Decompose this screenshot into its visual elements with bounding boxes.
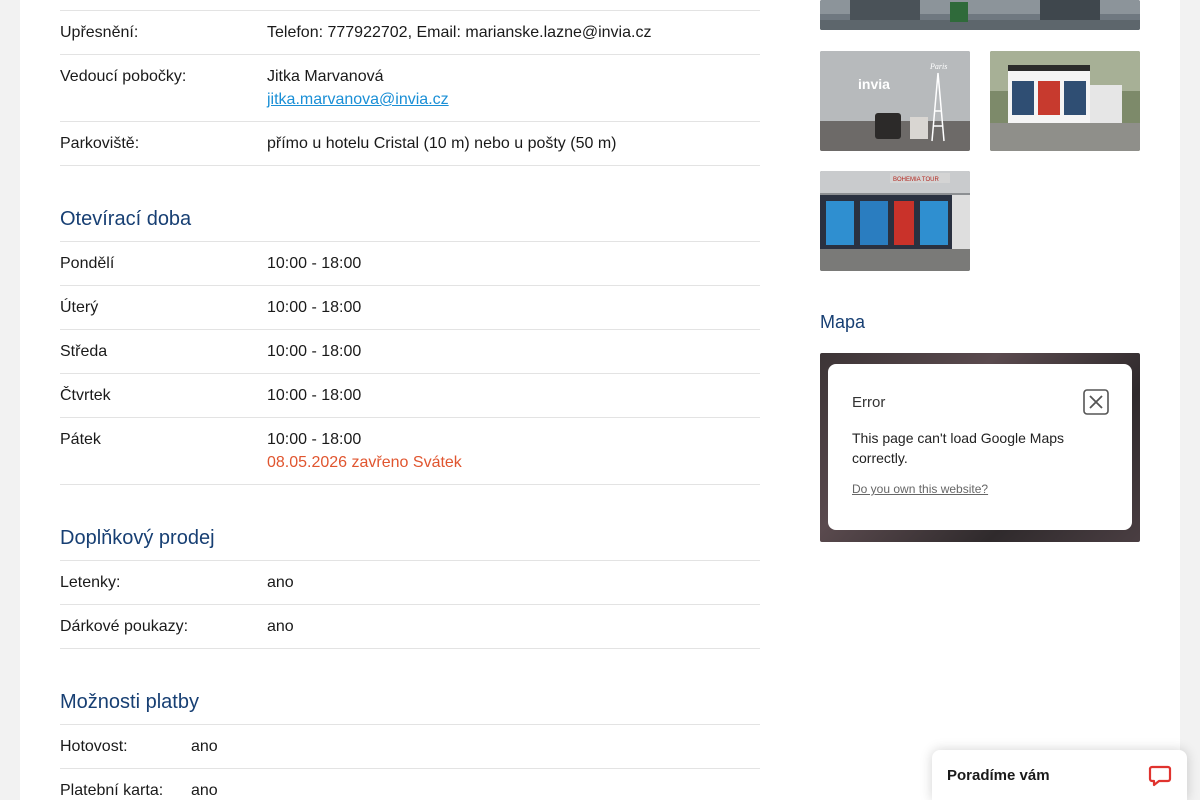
payment-table: Hotovost: ano Platební karta: ano bbox=[60, 724, 760, 800]
day-label: Pátek bbox=[60, 431, 101, 448]
section-title-payment: Možnosti platby bbox=[60, 691, 199, 713]
day-label: Úterý bbox=[60, 299, 99, 316]
map-widget[interactable]: Error This page can't load Google Maps c… bbox=[820, 353, 1140, 542]
hours-row: Čtvrtek 10:00 - 18:00 bbox=[60, 374, 760, 418]
map-error-title: Error bbox=[852, 393, 886, 411]
close-icon[interactable] bbox=[1082, 388, 1110, 416]
page-container: Upřesnění: Telefon: 777922702, Email: ma… bbox=[20, 0, 1180, 800]
detail-label: Parkoviště: bbox=[60, 135, 140, 152]
detail-label: Vedoucí pobočky: bbox=[60, 68, 187, 85]
interior-logo-text: invia bbox=[858, 76, 890, 92]
chat-widget[interactable]: Poradíme vám bbox=[932, 750, 1187, 800]
extra-row: Dárkové poukazy: ano bbox=[60, 605, 760, 649]
section-title-hours: Otevírací doba bbox=[60, 208, 192, 230]
storefront-sign-text: BOHEMIA TOUR bbox=[893, 177, 939, 183]
extra-table: Letenky: ano Dárkové poukazy: ano bbox=[60, 560, 760, 649]
hours-time: 10:00 - 18:00 bbox=[267, 431, 362, 448]
payment-value: ano bbox=[191, 738, 218, 755]
branch-photo-main[interactable] bbox=[820, 0, 1140, 30]
map-error-link[interactable]: Do you own this website? bbox=[852, 482, 1108, 496]
day-label: Čtvrtek bbox=[60, 387, 111, 404]
manager-name: Jitka Marvanová bbox=[267, 68, 384, 85]
hours-row: Pondělí 10:00 - 18:00 bbox=[60, 242, 760, 286]
extra-label: Dárkové poukazy: bbox=[60, 618, 189, 635]
hours-value: 10:00 - 18:00 bbox=[267, 387, 362, 404]
extra-row: Letenky: ano bbox=[60, 561, 760, 605]
hours-row: Pátek 10:00 - 18:00 08.05.2026 zavřeno S… bbox=[60, 418, 760, 485]
payment-row: Platební karta: ano bbox=[60, 769, 760, 800]
hours-row: Středa 10:00 - 18:00 bbox=[60, 330, 760, 374]
section-title-extra: Doplňkový prodej bbox=[60, 527, 215, 549]
hours-value: 10:00 - 18:00 bbox=[267, 343, 362, 360]
detail-label: Upřesnění: bbox=[60, 24, 139, 41]
interior-paris-text: Paris bbox=[929, 62, 947, 71]
extra-value: ano bbox=[267, 618, 294, 635]
hours-row: Úterý 10:00 - 18:00 bbox=[60, 286, 760, 330]
detail-row-upresneni: Upřesnění: Telefon: 777922702, Email: ma… bbox=[60, 10, 760, 55]
extra-value: ano bbox=[267, 574, 294, 591]
detail-row-parkoviste: Parkoviště: přímo u hotelu Cristal (10 m… bbox=[60, 122, 760, 166]
day-label: Středa bbox=[60, 343, 108, 360]
hours-value: 10:00 - 18:00 bbox=[267, 299, 362, 316]
payment-label: Platební karta: bbox=[60, 782, 164, 799]
branch-photo-storefront[interactable]: BOHEMIA TOUR bbox=[820, 171, 970, 271]
section-title-map: Mapa bbox=[820, 312, 866, 332]
branch-photo-interior[interactable]: invia Paris bbox=[820, 51, 970, 151]
chat-label: Poradíme vám bbox=[947, 766, 1050, 784]
holiday-note: 08.05.2026 zavřeno Svátek bbox=[267, 454, 462, 471]
chat-bubble-icon bbox=[1147, 762, 1173, 788]
detail-value: Telefon: 777922702, Email: marianske.laz… bbox=[267, 24, 652, 41]
branch-details: Upřesnění: Telefon: 777922702, Email: ma… bbox=[60, 0, 760, 800]
payment-label: Hotovost: bbox=[60, 738, 128, 755]
hours-value: 10:00 - 18:00 bbox=[267, 255, 362, 272]
extra-label: Letenky: bbox=[60, 574, 121, 591]
payment-row: Hotovost: ano bbox=[60, 725, 760, 769]
hours-table: Pondělí 10:00 - 18:00 Úterý 10:00 - 18:0… bbox=[60, 241, 760, 485]
payment-value: ano bbox=[191, 782, 218, 799]
manager-email-link[interactable]: jitka.marvanova@invia.cz bbox=[267, 91, 449, 108]
hours-value: 10:00 - 18:00 08.05.2026 zavřeno Svátek bbox=[267, 428, 760, 474]
detail-value: přímo u hotelu Cristal (10 m) nebo u poš… bbox=[267, 135, 617, 152]
map-error-dialog: Error This page can't load Google Maps c… bbox=[828, 364, 1132, 530]
map-error-message: This page can't load Google Maps correct… bbox=[852, 430, 1065, 466]
day-label: Pondělí bbox=[60, 255, 115, 272]
detail-value: Jitka Marvanová jitka.marvanova@invia.cz bbox=[267, 65, 760, 111]
branch-photo-exterior[interactable] bbox=[990, 51, 1140, 151]
detail-row-vedouci: Vedoucí pobočky: Jitka Marvanová jitka.m… bbox=[60, 55, 760, 122]
